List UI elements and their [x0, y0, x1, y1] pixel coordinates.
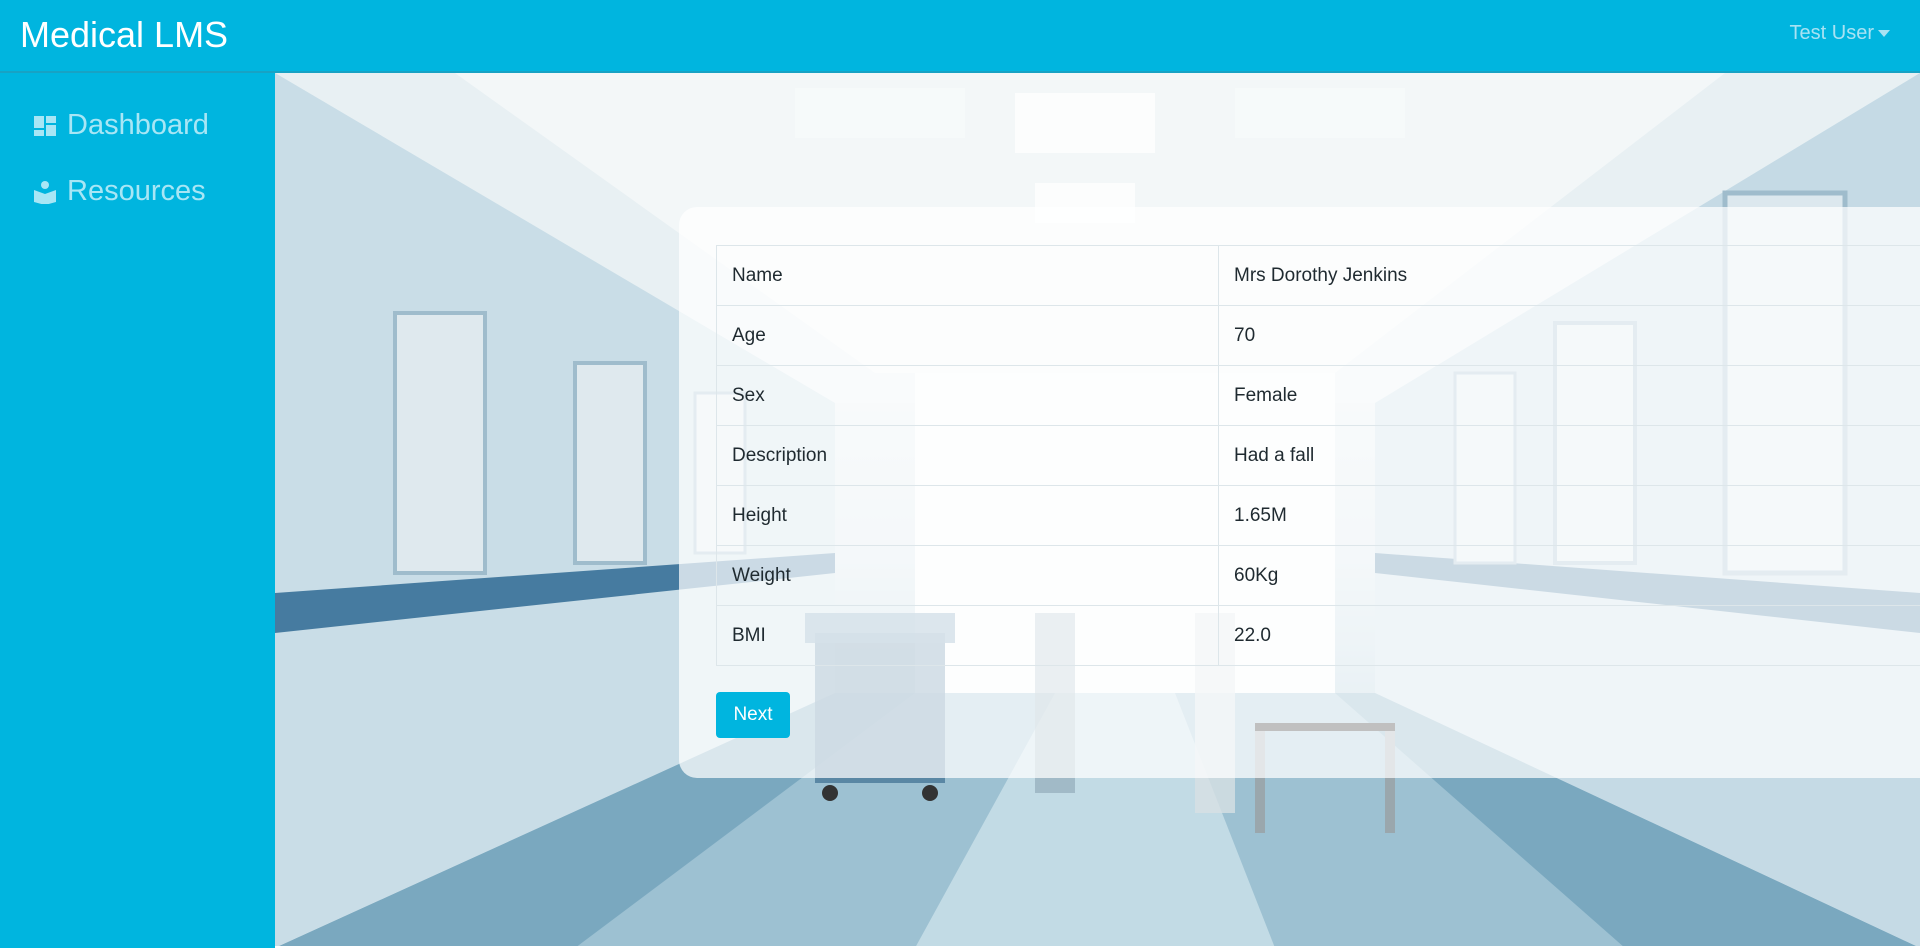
table-row: Sex Female: [716, 365, 1920, 426]
field-label: Height: [716, 485, 1219, 546]
field-value: Female: [1218, 365, 1920, 426]
patient-info-card: Name Mrs Dorothy Jenkins Age 70 Sex Female Des…: [679, 207, 1920, 778]
field-label: BMI: [716, 605, 1219, 666]
book-reader-icon: [34, 180, 56, 204]
dashboard-icon: [34, 115, 56, 136]
user-menu-dropdown[interactable]: Test User: [1790, 22, 1890, 45]
field-label: Description: [716, 425, 1219, 486]
sidebar-item-label: Resources: [67, 175, 206, 207]
brand-title[interactable]: Medical LMS: [20, 14, 228, 56]
table-row: BMI 22.0: [716, 605, 1920, 666]
field-value: 70: [1218, 305, 1920, 366]
table-row: Age 70: [716, 305, 1920, 366]
top-navbar: Medical LMS Test User: [0, 0, 1920, 73]
field-value: 60Kg: [1218, 545, 1920, 606]
sidebar-item-dashboard[interactable]: Dashboard: [33, 109, 209, 142]
table-row: Name Mrs Dorothy Jenkins: [716, 245, 1920, 306]
field-label: Weight: [716, 545, 1219, 606]
patient-info-table: Name Mrs Dorothy Jenkins Age 70 Sex Female Des…: [716, 245, 1920, 666]
field-value: 22.0: [1218, 605, 1920, 666]
field-value: Had a fall: [1218, 425, 1920, 486]
field-label: Name: [716, 245, 1219, 306]
table-row: Description Had a fall: [716, 425, 1920, 486]
field-value: 1.65M: [1218, 485, 1920, 546]
field-value: Mrs Dorothy Jenkins: [1218, 245, 1920, 306]
field-label: Age: [716, 305, 1219, 366]
sidebar: Dashboard Resources: [0, 73, 275, 948]
main-content: Name Mrs Dorothy Jenkins Age 70 Sex Female Des…: [275, 73, 1920, 948]
user-name: Test User: [1789, 22, 1874, 44]
table-row: Height 1.65M: [716, 485, 1920, 546]
caret-down-icon: [1878, 30, 1890, 38]
sidebar-item-resources[interactable]: Resources: [33, 175, 206, 208]
sidebar-item-label: Dashboard: [67, 109, 209, 141]
table-row: Weight 60Kg: [716, 545, 1920, 606]
next-button[interactable]: Next: [716, 692, 790, 738]
field-label: Sex: [716, 365, 1219, 426]
